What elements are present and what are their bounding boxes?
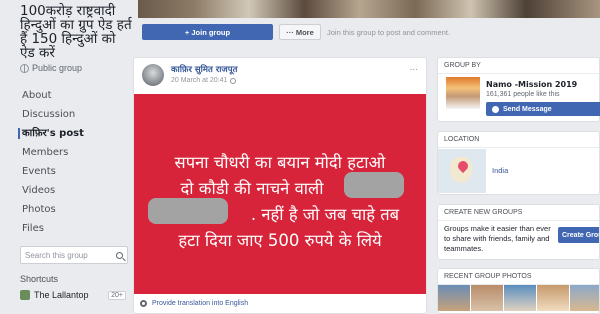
cover-photo[interactable] [138, 0, 600, 18]
location-map[interactable] [438, 149, 486, 193]
nav-item-videos[interactable]: Videos [20, 181, 130, 200]
post-header: काफ़िर सुमित राजपूत 20 March at 20:41 ..… [134, 58, 426, 94]
create-group-button[interactable]: Create Grou [558, 227, 599, 243]
privacy-row: Public group [20, 63, 130, 73]
more-button[interactable]: ··· More [279, 24, 321, 40]
image-text-line: हटा दिया जाए 500 रुपये के लिये [178, 231, 382, 250]
create-groups-card: CREATE NEW GROUPS Groups make it easier … [437, 204, 600, 260]
send-message-label: Send Message [503, 105, 552, 113]
group-title[interactable]: 100करोड़ राष्ट्रवादी हिन्दुओं का ग्रुप ऐ… [20, 4, 132, 60]
recent-photos-card: RECENT GROUP PHOTOS [437, 268, 600, 314]
photo-thumbnail[interactable] [570, 285, 599, 311]
nav-item-kafir-post[interactable]: काफ़िर's post [18, 124, 130, 143]
group-by-card: GROUP BY Namo -Mission 2019 161,361 peop… [437, 57, 600, 122]
nav-item-photos[interactable]: Photos [20, 200, 130, 219]
gear-icon[interactable] [140, 300, 147, 307]
photo-thumbnail[interactable] [504, 285, 536, 311]
post-author[interactable]: काफ़िर सुमित राजपूत [171, 64, 237, 75]
nav-item-members[interactable]: Members [20, 143, 130, 162]
photo-thumbnail[interactable] [438, 285, 470, 311]
author-avatar[interactable] [142, 64, 164, 86]
shortcut-label[interactable]: The Lallantop [34, 290, 89, 300]
recent-photos-row [438, 285, 599, 311]
owner-page-likes: 161,361 people like this [486, 91, 560, 98]
location-card: LOCATION India [437, 131, 600, 195]
search-icon[interactable] [116, 251, 123, 259]
location-heading: LOCATION [438, 132, 599, 148]
nav-item-about[interactable]: About [20, 86, 130, 105]
create-groups-text: Groups make it easier than ever to share… [444, 224, 551, 253]
photo-thumbnail[interactable] [537, 285, 569, 311]
group-nav: About Discussion काफ़िर's post Members E… [18, 86, 130, 238]
recent-photos-heading: RECENT GROUP PHOTOS [438, 269, 599, 285]
owner-page-name[interactable]: Namo -Mission 2019 [486, 80, 577, 89]
search-placeholder: Search this group [25, 250, 88, 260]
post-timestamp-row: 20 March at 20:41 [171, 77, 237, 84]
post-options-button[interactable]: ... [410, 63, 418, 73]
create-groups-heading: CREATE NEW GROUPS [438, 205, 599, 221]
send-message-button[interactable]: Send Message [486, 102, 600, 116]
audience-globe-icon [230, 77, 237, 84]
translation-row[interactable]: Provide translation into English [140, 300, 248, 307]
blurred-region [344, 172, 404, 198]
group-by-heading: GROUP BY [438, 58, 599, 74]
globe-icon [20, 63, 29, 73]
left-sidebar: 100करोड़ राष्ट्रवादी हिन्दुओं का ग्रुप ऐ… [0, 0, 132, 314]
shortcut-thumbnail [20, 290, 30, 300]
translate-link[interactable]: Provide translation into English [152, 300, 248, 307]
nav-item-events[interactable]: Events [20, 162, 130, 181]
image-text-line: सपना चौधरी का बयान मोदी हटाओ [174, 153, 386, 172]
nav-item-files[interactable]: Files [20, 219, 130, 238]
join-group-button[interactable]: + Join group [142, 24, 273, 40]
post-timestamp[interactable]: 20 March at 20:41 [171, 77, 227, 84]
shortcuts-heading: Shortcuts [20, 274, 59, 284]
map-pin-icon [455, 158, 471, 174]
join-hint-text: Join this group to post and comment. [327, 28, 450, 37]
owner-page-thumbnail[interactable] [446, 77, 480, 109]
image-text-line: . नहीं है जो जब चाहे तब [250, 205, 400, 224]
messenger-icon [492, 105, 499, 113]
post-card: काफ़िर सुमित राजपूत 20 March at 20:41 ..… [133, 57, 427, 314]
nav-item-discussion[interactable]: Discussion [20, 105, 130, 124]
photo-thumbnail[interactable] [471, 285, 503, 311]
shortcut-count-badge: 20+ [108, 290, 126, 300]
privacy-label: Public group [32, 63, 83, 73]
post-image[interactable]: सपना चौधरी का बयान मोदी हटाओ दो कौडी की … [134, 94, 426, 294]
group-search-input[interactable]: Search this group [20, 246, 128, 264]
location-value[interactable]: India [492, 166, 508, 175]
shortcut-item[interactable]: The Lallantop 20+ [20, 290, 130, 300]
